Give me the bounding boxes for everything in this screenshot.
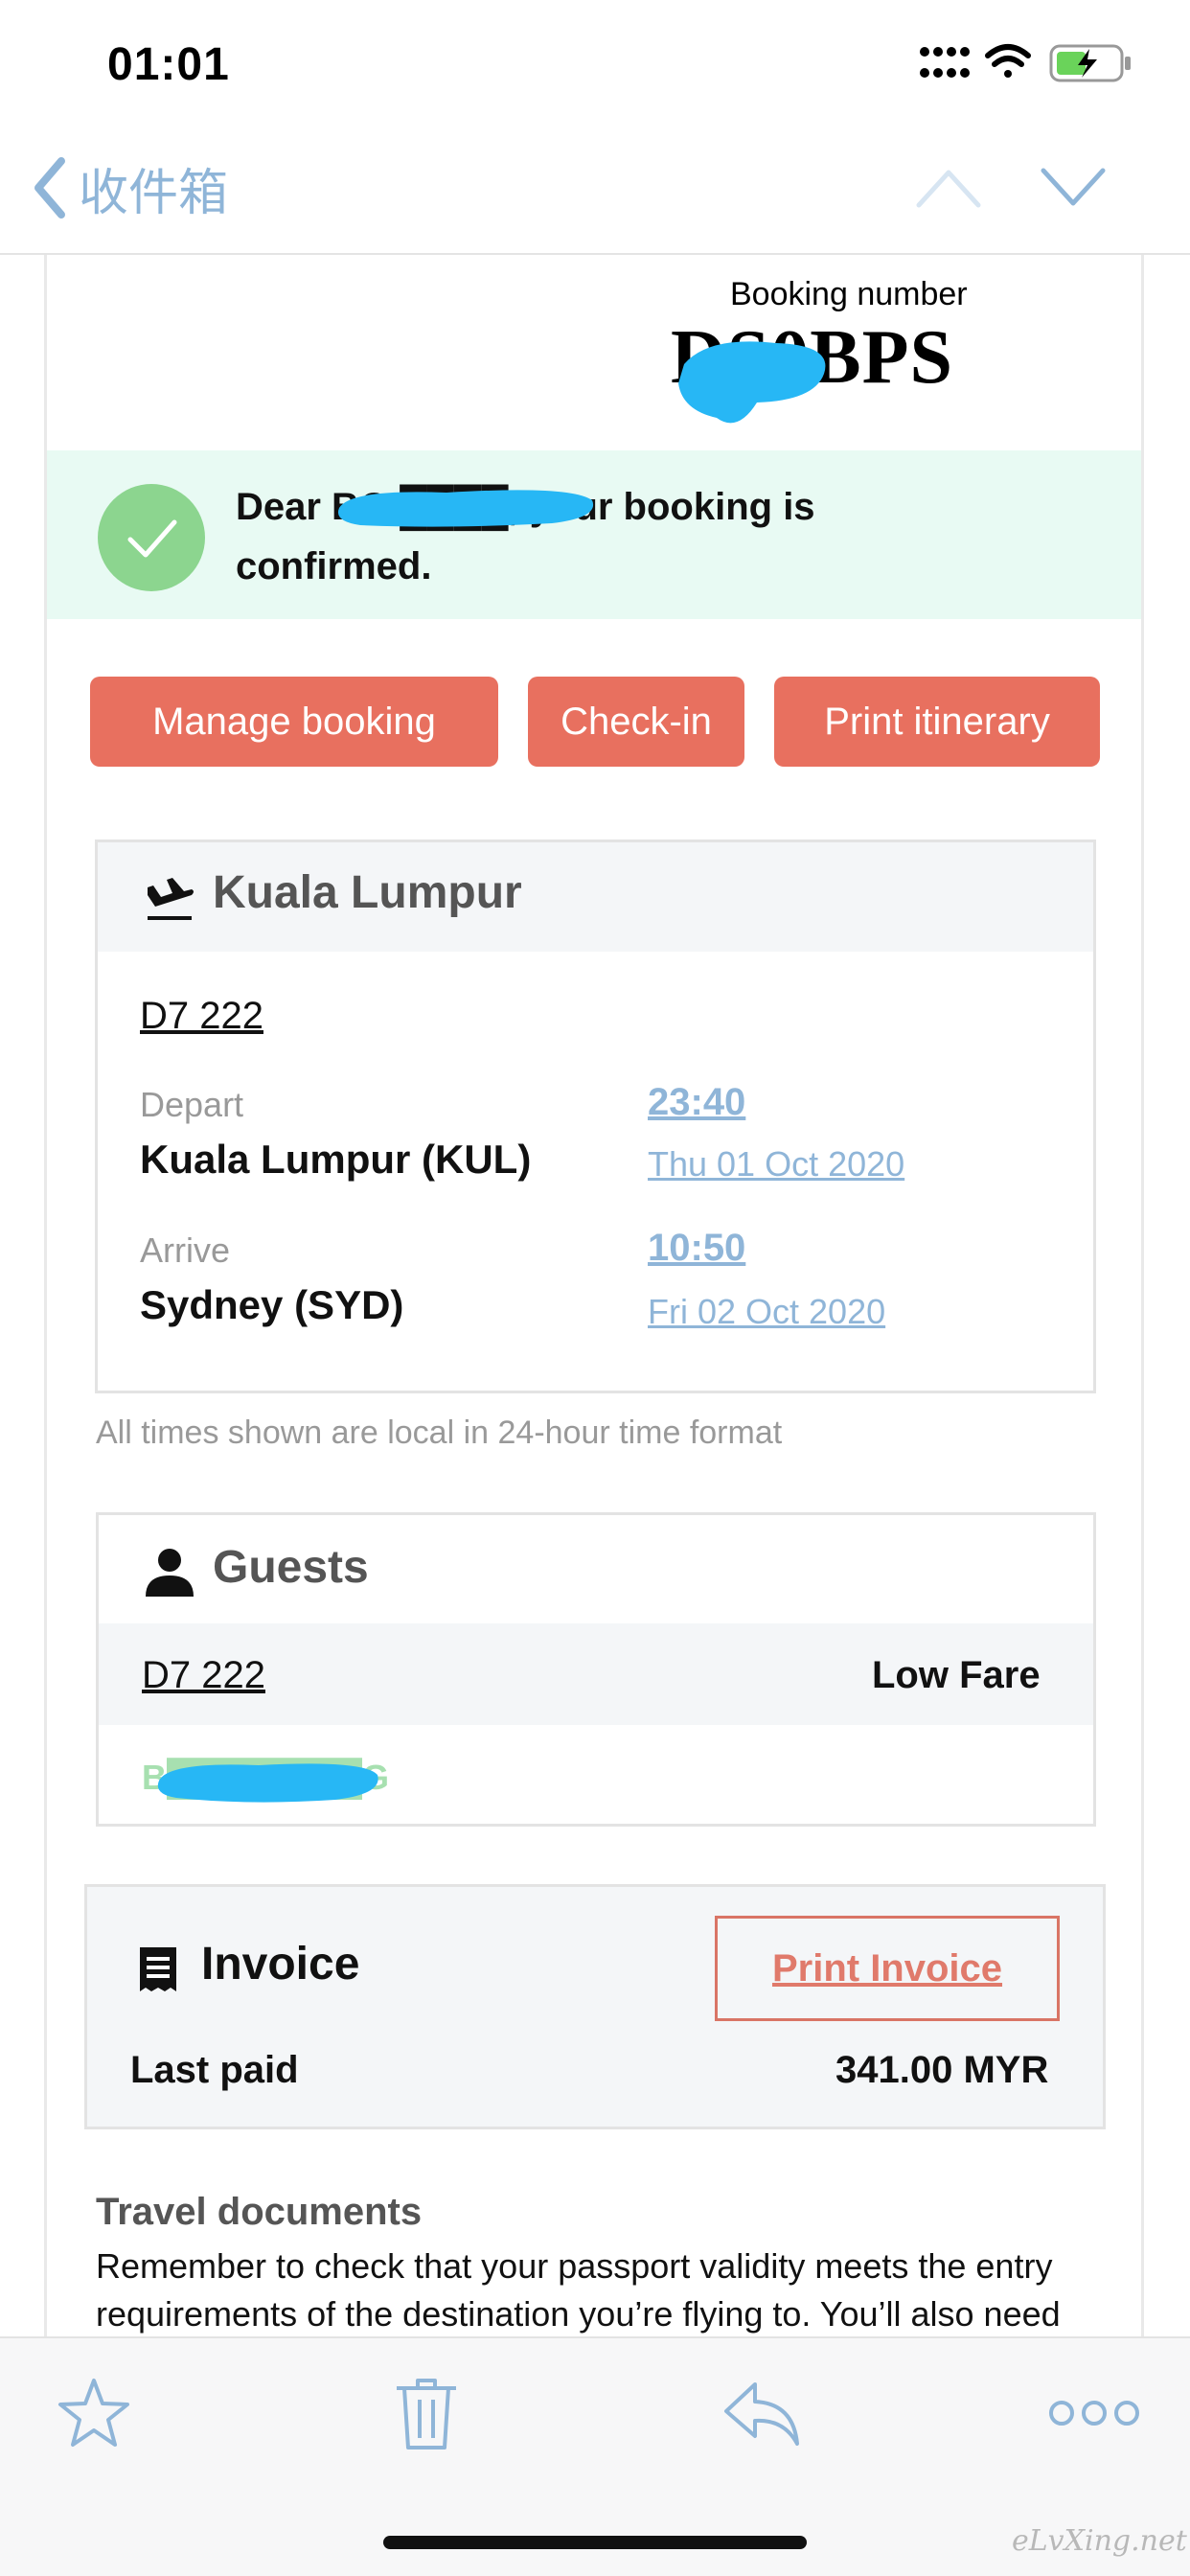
more-button[interactable]	[1048, 2375, 1140, 2451]
redaction-mark	[157, 1763, 378, 1803]
print-itinerary-button[interactable]: Print itinerary	[774, 677, 1100, 767]
invoice-title: Invoice	[201, 1939, 360, 1990]
watermark: eLvXing.net	[1012, 2524, 1187, 2558]
flight-destination-title: Kuala Lumpur	[213, 867, 522, 918]
depart-time-link[interactable]: 23:40	[648, 1081, 745, 1124]
time-format-note: All times shown are local in 24-hour tim…	[96, 1414, 783, 1451]
depart-date-link[interactable]: Thu 01 Oct 2020	[648, 1144, 904, 1184]
manage-booking-button[interactable]: Manage booking	[90, 677, 498, 767]
back-label: 收件箱	[79, 164, 229, 222]
flight-number: D7 222	[140, 995, 263, 1037]
next-message-button[interactable]	[1040, 163, 1107, 213]
receipt-icon	[140, 1947, 176, 1991]
check-in-button[interactable]: Check-in	[528, 677, 744, 767]
status-time: 01:01	[107, 39, 230, 90]
check-icon	[98, 484, 205, 591]
redaction-mark	[337, 490, 594, 527]
back-button[interactable]: 收件箱	[33, 153, 228, 222]
travel-documents-text: Remember to check that your passport val…	[96, 2246, 1061, 2334]
redaction-mark	[678, 341, 826, 424]
person-icon	[146, 1549, 194, 1597]
battery-icon	[1049, 44, 1131, 82]
trash-button[interactable]	[393, 2375, 460, 2451]
last-paid-amount: 341.00 MYR	[835, 2049, 1049, 2091]
guests-flight-number: D7 222	[142, 1654, 265, 1696]
home-indicator	[383, 2536, 807, 2549]
booking-number-label: Booking number	[730, 276, 968, 312]
wifi-icon	[985, 44, 1031, 78]
signal-icon	[920, 47, 970, 78]
print-invoice-button[interactable]: Print Invoice	[715, 1916, 1060, 2021]
flag-star-button[interactable]	[56, 2375, 132, 2451]
reply-button[interactable]	[721, 2375, 803, 2451]
previous-message-button[interactable]	[915, 163, 982, 213]
status-icons	[920, 44, 1131, 82]
fare-type: Low Fare	[872, 1654, 1041, 1696]
arrive-city: Sydney (SYD)	[140, 1282, 404, 1327]
last-paid-label: Last paid	[130, 2049, 299, 2091]
depart-label: Depart	[140, 1085, 244, 1124]
guests-title: Guests	[213, 1542, 369, 1593]
chevron-left-icon	[34, 157, 65, 218]
arrive-date-link[interactable]: Fri 02 Oct 2020	[648, 1292, 885, 1332]
flight-departure-icon	[148, 878, 194, 920]
depart-city: Kuala Lumpur (KUL)	[140, 1137, 532, 1182]
travel-documents-title: Travel documents	[96, 2191, 423, 2233]
arrive-time-link[interactable]: 10:50	[648, 1227, 745, 1270]
arrive-label: Arrive	[140, 1230, 231, 1270]
